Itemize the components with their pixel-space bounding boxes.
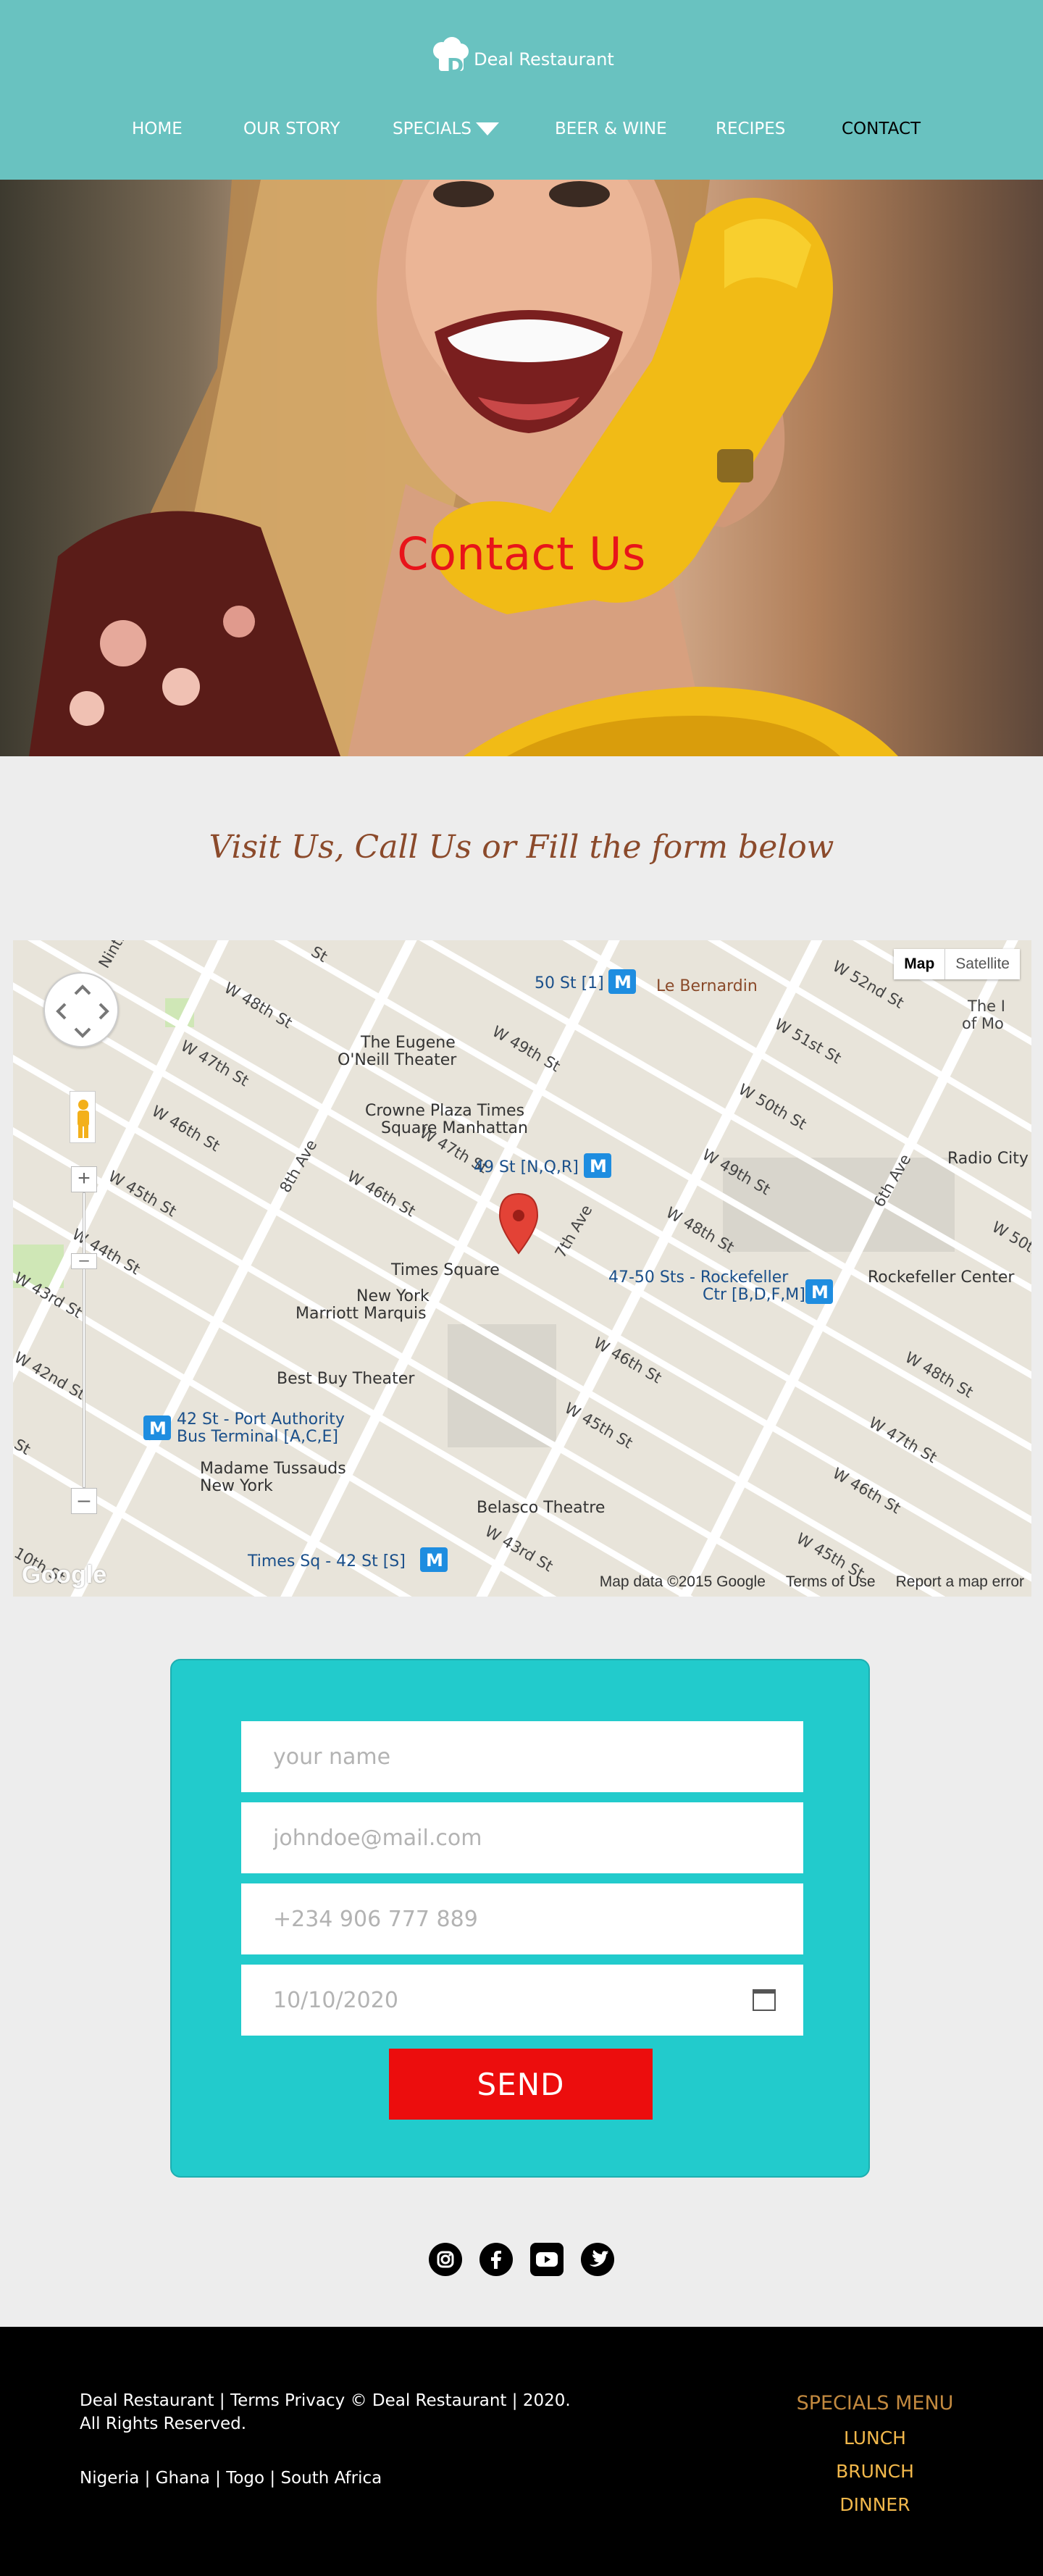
phone-input[interactable] xyxy=(241,1883,803,1954)
pan-control[interactable] xyxy=(43,972,119,1047)
instagram-icon[interactable] xyxy=(429,2243,462,2276)
google-logo: Google xyxy=(22,1561,107,1589)
footer-menu-title[interactable]: SPECIALS MENU xyxy=(781,2392,969,2414)
footer-menu-brunch[interactable]: BRUNCH xyxy=(781,2455,969,2488)
nav-our-story[interactable]: OUR STORY xyxy=(243,114,340,143)
nav-recipes[interactable]: RECIPES xyxy=(716,114,785,143)
svg-text:M: M xyxy=(149,1418,167,1439)
caret-down-icon xyxy=(476,122,499,135)
nav-specials-label: SPECIALS xyxy=(393,120,472,138)
hero-photo xyxy=(29,180,898,756)
hero-banner: Contact Us xyxy=(0,180,1043,756)
name-input[interactable] xyxy=(241,1721,803,1792)
zoom-slider-handle[interactable]: – xyxy=(71,1252,97,1269)
page-title: Contact Us xyxy=(397,527,646,580)
map-poi: Square Manhattan xyxy=(381,1119,528,1137)
svg-text:M: M xyxy=(614,972,632,992)
map-poi: Crowne Plaza Times xyxy=(365,1102,524,1120)
map-type-map[interactable]: Map xyxy=(894,949,946,979)
name-field-wrap xyxy=(241,1721,803,1792)
date-input[interactable] xyxy=(241,1965,803,2036)
svg-text:M: M xyxy=(811,1282,829,1302)
report-map-error-link[interactable]: Report a map error xyxy=(896,1573,1024,1591)
map-poi: Belasco Theatre xyxy=(477,1499,605,1517)
countries-list: Nigeria | Ghana | Togo | South Africa xyxy=(80,2469,382,2488)
nav-beer-wine[interactable]: BEER & WINE xyxy=(555,114,667,143)
terms-of-use-link[interactable]: Terms of Use xyxy=(786,1573,876,1591)
map-attribution: Map data ©2015 Google Terms of Use Repor… xyxy=(600,1573,1024,1591)
footer-specials-menu: SPECIALS MENU LUNCH BRUNCH DINNER xyxy=(781,2392,969,2522)
map-transit: 42 St - Port Authority xyxy=(177,1410,345,1429)
map-label: of Mo xyxy=(962,1015,1004,1032)
map-transit: 49 St [N,Q,R] xyxy=(474,1158,579,1176)
map-label: The I xyxy=(967,998,1005,1015)
zoom-slider[interactable] xyxy=(83,1192,85,1488)
map-poi: Best Buy Theater xyxy=(277,1370,415,1388)
nav-contact[interactable]: CONTACT xyxy=(842,114,921,143)
street-view-pegman-icon[interactable] xyxy=(70,1091,96,1143)
map-poi: Madame Tussauds xyxy=(200,1460,346,1478)
map-transit: Bus Terminal [A,C,E] xyxy=(177,1428,338,1446)
footer-menu-lunch[interactable]: LUNCH xyxy=(781,2422,969,2455)
social-links xyxy=(0,2243,1043,2280)
footer-menu-dinner[interactable]: DINNER xyxy=(781,2488,969,2522)
map-poi: Rockefeller Center xyxy=(868,1268,1015,1287)
intro-section: Visit Us, Call Us or Fill the form below xyxy=(0,756,1043,936)
map-poi: O'Neill Theater xyxy=(338,1051,457,1069)
map-poi: Marriott Marquis xyxy=(296,1305,427,1323)
site-footer: Deal Restaurant | Terms Privacy © Deal R… xyxy=(0,2327,1043,2576)
map-poi: New York xyxy=(200,1477,273,1495)
phone-field-wrap xyxy=(241,1883,803,1954)
map-transit: 47-50 Sts - Rockefeller xyxy=(608,1268,789,1287)
map-type-satellite[interactable]: Satellite xyxy=(945,949,1020,979)
contact-form: SEND xyxy=(170,1659,870,2178)
map-data-credit: Map data ©2015 Google xyxy=(599,1573,766,1590)
map-poi: New York xyxy=(356,1287,430,1305)
zoom-in-button[interactable]: + xyxy=(71,1166,97,1192)
twitter-icon[interactable] xyxy=(581,2243,614,2276)
map-poi: Le Bernardin xyxy=(656,977,758,995)
send-button[interactable]: SEND xyxy=(389,2049,653,2120)
brand-name: Deal Restaurant xyxy=(474,49,614,70)
svg-text:M: M xyxy=(590,1156,607,1176)
map-poi: Times Square xyxy=(390,1261,500,1279)
email-input[interactable] xyxy=(241,1802,803,1873)
google-map[interactable]: W 48th St W 47th St W 46th St W 45th St … xyxy=(13,940,1031,1597)
map-tiles: W 48th St W 47th St W 46th St W 45th St … xyxy=(13,940,1031,1597)
copyright-text: Deal Restaurant | Terms Privacy © Deal R… xyxy=(80,2391,571,2433)
intro-heading: Visit Us, Call Us or Fill the form below xyxy=(209,829,834,866)
map-transit: Times Sq - 42 St [S] xyxy=(247,1552,406,1571)
svg-text:D: D xyxy=(447,54,464,77)
svg-text:M: M xyxy=(426,1550,443,1571)
zoom-out-button[interactable]: – xyxy=(71,1488,97,1514)
map-poi: Radio City xyxy=(947,1150,1029,1168)
email-field-wrap xyxy=(241,1802,803,1873)
main-nav: HOME OUR STORY SPECIALS BEER & WINE RECI… xyxy=(0,114,1043,143)
nav-specials[interactable]: SPECIALS xyxy=(393,114,499,143)
logo[interactable]: D Deal Restaurant xyxy=(0,35,1043,78)
site-header: D Deal Restaurant HOME OUR STORY SPECIAL… xyxy=(0,0,1043,180)
pan-arrows-icon xyxy=(56,984,109,1038)
chef-hat-icon: D xyxy=(429,36,472,78)
nav-home[interactable]: HOME xyxy=(132,114,183,143)
zoom-control: + – – xyxy=(71,1166,97,1514)
date-field-wrap xyxy=(241,1965,803,2036)
map-type-control: Map Satellite xyxy=(894,949,1020,979)
map-transit: Ctr [B,D,F,M] xyxy=(703,1286,805,1304)
youtube-icon[interactable] xyxy=(530,2243,564,2276)
map-poi: The Eugene xyxy=(360,1034,456,1052)
facebook-icon[interactable] xyxy=(479,2243,513,2276)
map-transit: 50 St [1] xyxy=(535,974,604,992)
calendar-icon[interactable] xyxy=(753,1989,776,2011)
